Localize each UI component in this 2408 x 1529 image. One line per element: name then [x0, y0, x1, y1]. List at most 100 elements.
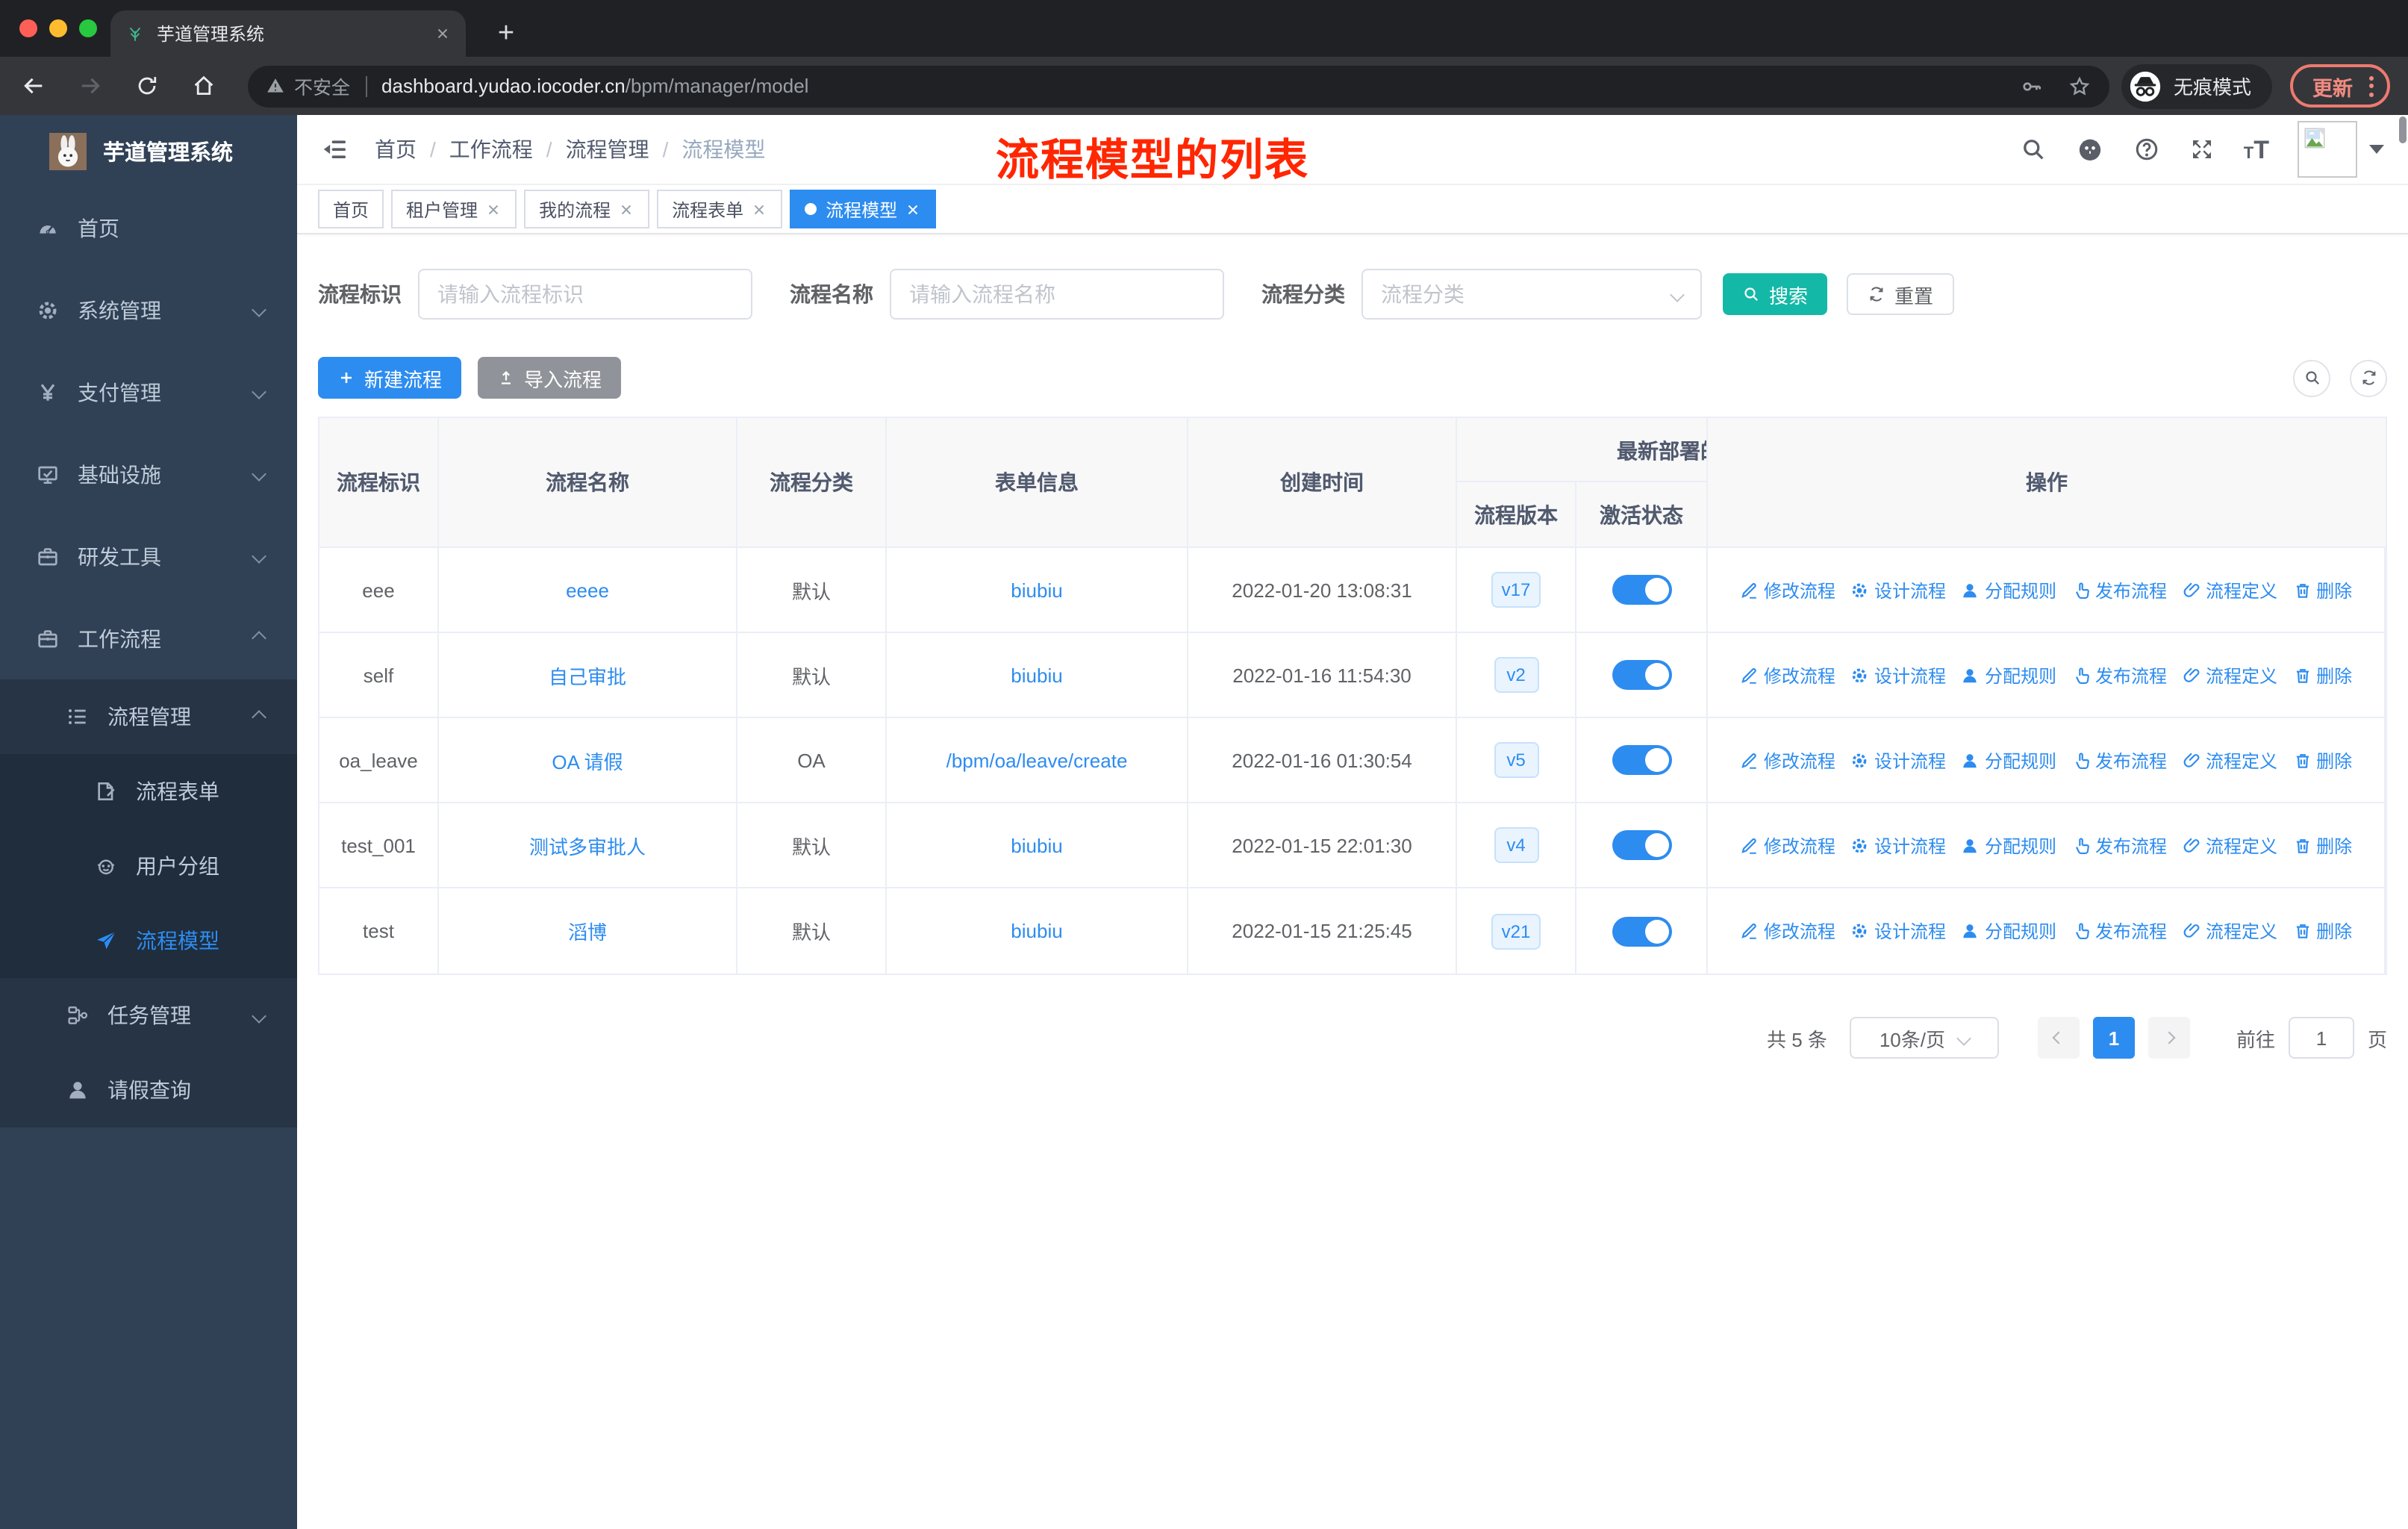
- sidebar-item-workflow[interactable]: 工作流程: [0, 597, 297, 679]
- home-icon[interactable]: [191, 73, 216, 99]
- process-name-link[interactable]: eeee: [566, 579, 609, 601]
- action-edit[interactable]: 修改流程: [1740, 747, 1835, 773]
- action-assign[interactable]: 分配规则: [1961, 832, 2056, 858]
- action-publish[interactable]: 发布流程: [2071, 747, 2167, 773]
- process-name-link[interactable]: 测试多审批人: [529, 831, 646, 859]
- browser-menu-icon[interactable]: [2369, 75, 2374, 96]
- import-process-button[interactable]: 导入流程: [478, 357, 622, 399]
- action-delete[interactable]: 删除: [2292, 577, 2352, 602]
- prev-page-button[interactable]: [2037, 1017, 2080, 1059]
- create-process-button[interactable]: 新建流程: [318, 357, 462, 399]
- sidebar-item-leave-query[interactable]: 请假查询: [0, 1053, 297, 1127]
- breadcrumb-item[interactable]: 首页: [375, 134, 417, 164]
- window-close-button[interactable]: [19, 19, 37, 37]
- back-icon[interactable]: [21, 73, 46, 99]
- github-icon[interactable]: [2075, 134, 2105, 164]
- action-assign[interactable]: 分配规则: [1961, 662, 2056, 688]
- close-icon[interactable]: [905, 201, 921, 217]
- breadcrumb-item[interactable]: 流程模型: [681, 134, 765, 164]
- fullscreen-icon[interactable]: [2189, 136, 2215, 163]
- action-definition[interactable]: 流程定义: [2182, 832, 2277, 858]
- action-publish[interactable]: 发布流程: [2071, 832, 2167, 858]
- action-delete[interactable]: 删除: [2292, 832, 2352, 858]
- action-design[interactable]: 设计流程: [1850, 832, 1946, 858]
- forward-icon[interactable]: [78, 73, 103, 99]
- action-definition[interactable]: 流程定义: [2182, 747, 2277, 773]
- search-icon[interactable]: [2020, 136, 2047, 163]
- page-scrollbar[interactable]: [2399, 116, 2407, 143]
- breadcrumb-item[interactable]: 工作流程: [449, 134, 533, 164]
- page-tab-我的流程[interactable]: 我的流程: [524, 190, 650, 228]
- window-minimize-button[interactable]: [49, 19, 67, 37]
- form-info-link[interactable]: biubiu: [1011, 834, 1062, 856]
- update-button[interactable]: 更新: [2290, 64, 2390, 108]
- page-tab-流程表单[interactable]: 流程表单: [657, 190, 783, 228]
- process-id-input[interactable]: [418, 269, 752, 320]
- action-edit[interactable]: 修改流程: [1740, 832, 1835, 858]
- sidebar-item-process-model[interactable]: 流程模型: [0, 903, 297, 978]
- help-icon[interactable]: [2133, 136, 2160, 163]
- action-assign[interactable]: 分配规则: [1961, 747, 2056, 773]
- search-button[interactable]: 搜索: [1723, 273, 1828, 315]
- action-publish[interactable]: 发布流程: [2071, 577, 2167, 602]
- process-name-link[interactable]: OA 请假: [552, 746, 623, 774]
- refresh-table-button[interactable]: [2350, 359, 2387, 396]
- action-assign[interactable]: 分配规则: [1961, 918, 2056, 944]
- action-design[interactable]: 设计流程: [1850, 662, 1946, 688]
- action-edit[interactable]: 修改流程: [1740, 577, 1835, 602]
- reset-button[interactable]: 重置: [1847, 273, 1955, 315]
- page-tab-流程模型[interactable]: 流程模型: [790, 190, 937, 228]
- category-select[interactable]: 流程分类: [1361, 269, 1702, 320]
- sidebar-item-user-group[interactable]: 用户分组: [0, 829, 297, 903]
- next-page-button[interactable]: [2147, 1017, 2190, 1059]
- sidebar-item-infrastructure[interactable]: 基础设施: [0, 433, 297, 515]
- action-delete[interactable]: 删除: [2292, 662, 2352, 688]
- sidebar-item-system-mgmt[interactable]: 系统管理: [0, 269, 297, 351]
- bookmark-star-icon[interactable]: [2068, 74, 2092, 98]
- breadcrumb-item[interactable]: 流程管理: [566, 134, 649, 164]
- page-tab-租户管理[interactable]: 租户管理: [391, 190, 517, 228]
- process-name-input[interactable]: [890, 269, 1224, 320]
- app-logo[interactable]: 芋道管理系统: [0, 115, 297, 187]
- action-design[interactable]: 设计流程: [1850, 918, 1946, 944]
- active-toggle[interactable]: [1612, 916, 1671, 946]
- close-icon[interactable]: [485, 201, 502, 217]
- process-name-link[interactable]: 自己审批: [549, 661, 626, 689]
- sidebar-item-process-mgmt[interactable]: 流程管理: [0, 679, 297, 754]
- form-info-link[interactable]: biubiu: [1011, 920, 1062, 942]
- active-toggle[interactable]: [1612, 575, 1671, 605]
- form-info-link[interactable]: biubiu: [1011, 579, 1062, 601]
- page-tab-首页[interactable]: 首页: [318, 190, 384, 228]
- window-zoom-button[interactable]: [79, 19, 97, 37]
- active-toggle[interactable]: [1612, 830, 1671, 860]
- sidebar-collapse-icon[interactable]: [319, 134, 349, 164]
- action-design[interactable]: 设计流程: [1850, 577, 1946, 602]
- address-bar[interactable]: 不安全 dashboard.yudao.iocoder.cn /bpm/mana…: [248, 65, 2109, 107]
- close-icon[interactable]: [751, 201, 767, 217]
- close-icon[interactable]: [618, 201, 634, 217]
- action-delete[interactable]: 删除: [2292, 918, 2352, 944]
- current-page[interactable]: 1: [2092, 1017, 2135, 1059]
- form-info-link[interactable]: biubiu: [1011, 664, 1062, 686]
- tab-close-icon[interactable]: [434, 25, 451, 42]
- action-definition[interactable]: 流程定义: [2182, 662, 2277, 688]
- caret-down-icon[interactable]: [2369, 145, 2384, 154]
- password-key-icon[interactable]: [2020, 74, 2044, 98]
- action-design[interactable]: 设计流程: [1850, 747, 1946, 773]
- show-search-button[interactable]: [2293, 359, 2330, 396]
- action-edit[interactable]: 修改流程: [1740, 662, 1835, 688]
- process-name-link[interactable]: 滔博: [568, 917, 607, 945]
- action-assign[interactable]: 分配规则: [1961, 577, 2056, 602]
- new-tab-button[interactable]: +: [487, 12, 525, 57]
- page-size-select[interactable]: 10条/页: [1849, 1017, 1999, 1059]
- sidebar-item-task-mgmt[interactable]: 任务管理: [0, 978, 297, 1053]
- active-toggle[interactable]: [1612, 660, 1671, 690]
- sidebar-item-process-form[interactable]: 流程表单: [0, 754, 297, 829]
- browser-tab[interactable]: 芋道管理系统: [110, 10, 466, 57]
- font-size-icon[interactable]: TT: [2244, 137, 2269, 162]
- sidebar-item-home[interactable]: 首页: [0, 187, 297, 269]
- reload-icon[interactable]: [134, 73, 160, 99]
- goto-page-input[interactable]: [2288, 1017, 2354, 1059]
- avatar[interactable]: [2298, 121, 2357, 178]
- action-publish[interactable]: 发布流程: [2071, 918, 2167, 944]
